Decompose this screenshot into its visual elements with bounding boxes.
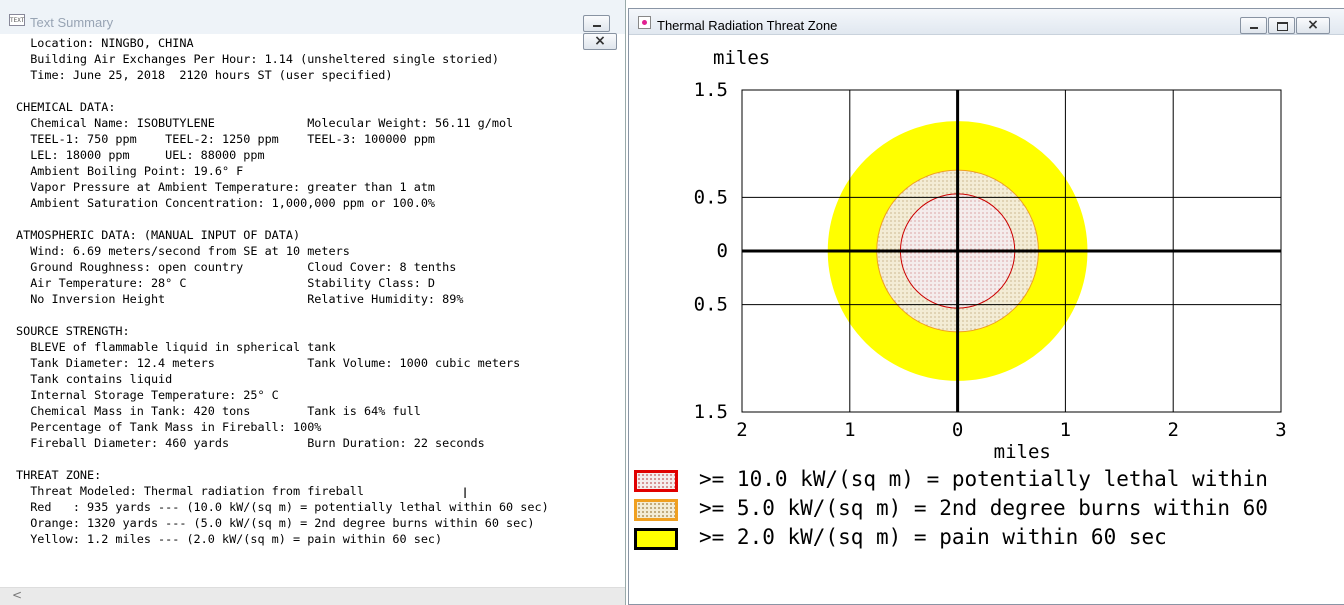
legend-swatch-red (634, 470, 678, 492)
summary-line: LEL: 18000 ppm UEL: 88000 ppm (16, 148, 265, 162)
text-summary-body[interactable]: Location: NINGBO, CHINA Building Air Exc… (16, 35, 549, 547)
x-tick-label: 2 (736, 419, 747, 441)
x-tick-label: 2 (1167, 419, 1178, 441)
legend-label: >= 10.0 kW/(sq m) = potentially lethal w… (699, 467, 1268, 491)
summary-line: Tank contains liquid (16, 372, 173, 386)
summary-line: CHEMICAL DATA: (16, 100, 116, 114)
threat-zone-plot: 2 1 0 1 2 3 1.5 0.5 0 0.5 1.5 miles miles (694, 47, 1287, 463)
threat-zone-titlebar[interactable]: Thermal Radiation Threat Zone (629, 9, 1344, 35)
summary-line: Ground Roughness: open country Cloud Cov… (16, 260, 457, 274)
window-title: Text Summary (30, 15, 114, 30)
summary-line: Orange: 1320 yards --- (5.0 kW/(sq m) = … (16, 516, 535, 530)
summary-line: Air Temperature: 28° C Stability Class: … (16, 276, 436, 290)
text-document-icon: TEXT (9, 14, 25, 26)
y-tick-label: 1.5 (694, 401, 728, 423)
summary-line: No Inversion Height Relative Humidity: 8… (16, 292, 464, 306)
summary-line: Yellow: 1.2 miles --- (2.0 kW/(sq m) = p… (16, 532, 443, 546)
summary-line: ATMOSPHERIC DATA: (MANUAL INPUT OF DATA) (16, 228, 301, 242)
x-tick-label: 3 (1275, 419, 1286, 441)
summary-line: Internal Storage Temperature: 25° C (16, 388, 279, 402)
y-tick-label: 0.5 (694, 294, 728, 316)
summary-line: Ambient Saturation Concentration: 1,000,… (16, 196, 436, 210)
summary-line: Time: June 25, 2018 2120 hours ST (user … (16, 68, 393, 82)
summary-line: Building Air Exchanges Per Hour: 1.14 (u… (16, 52, 499, 66)
close-button[interactable] (583, 33, 617, 50)
legend-swatch-yellow (634, 528, 678, 550)
maximize-button[interactable] (1268, 17, 1295, 34)
x-tick-label: 1 (1060, 419, 1071, 441)
close-button[interactable] (1296, 17, 1330, 34)
summary-line: SOURCE STRENGTH: (16, 324, 130, 338)
summary-line: THREAT ZONE: (16, 468, 102, 482)
legend-swatch-orange (634, 499, 678, 521)
window-title: Thermal Radiation Threat Zone (657, 18, 838, 33)
y-tick-label: 0.5 (694, 186, 728, 208)
summary-line: Vapor Pressure at Ambient Temperature: g… (16, 180, 436, 194)
legend-label: >= 2.0 kW/(sq m) = pain within 60 sec (699, 525, 1167, 549)
minimize-button[interactable] (1240, 17, 1267, 34)
y-tick-label: 1.5 (694, 79, 728, 101)
summary-line: Percentage of Tank Mass in Fireball: 100… (16, 420, 322, 434)
summary-line: Chemical Mass in Tank: 420 tons Tank is … (16, 404, 421, 418)
summary-line: Tank Diameter: 12.4 meters Tank Volume: … (16, 356, 521, 370)
x-tick-label: 1 (844, 419, 855, 441)
summary-line: Ambient Boiling Point: 19.6° F (16, 164, 244, 178)
summary-line: TEEL-1: 750 ppm TEEL-2: 1250 ppm TEEL-3:… (16, 132, 436, 146)
threat-zone-window: Thermal Radiation Threat Zone 2 1 0 1 2 3 1.5 0… (628, 8, 1344, 605)
text-cursor-icon: I (463, 486, 468, 502)
x-axis-label: miles (994, 441, 1051, 463)
scroll-left-arrow-icon[interactable]: < (12, 588, 22, 602)
legend-label: >= 5.0 kW/(sq m) = 2nd degree burns with… (699, 496, 1268, 520)
y-tick-label: 0 (717, 240, 728, 262)
threat-zone-app-icon (638, 16, 651, 29)
summary-line: Location: NINGBO, CHINA (16, 36, 194, 50)
summary-line: Red : 935 yards --- (10.0 kW/(sq m) = po… (16, 500, 549, 514)
x-tick-label: 0 (952, 419, 963, 441)
summary-line: Wind: 6.69 meters/second from SE at 10 m… (16, 244, 350, 258)
summary-line: Threat Modeled: Thermal radiation from f… (16, 484, 365, 498)
text-summary-titlebar[interactable]: TEXT Text Summary (0, 0, 625, 50)
text-summary-window: TEXT Text Summary Location: NINGBO, CHIN… (0, 0, 626, 605)
horizontal-scrollbar[interactable]: < (0, 587, 625, 605)
minimize-button[interactable] (583, 15, 610, 32)
y-axis-label: miles (713, 47, 770, 69)
summary-line: BLEVE of flammable liquid in spherical t… (16, 340, 336, 354)
summary-line: Fireball Diameter: 460 yards Burn Durati… (16, 436, 485, 450)
summary-line: Chemical Name: ISOBUTYLENE Molecular Wei… (16, 116, 514, 130)
